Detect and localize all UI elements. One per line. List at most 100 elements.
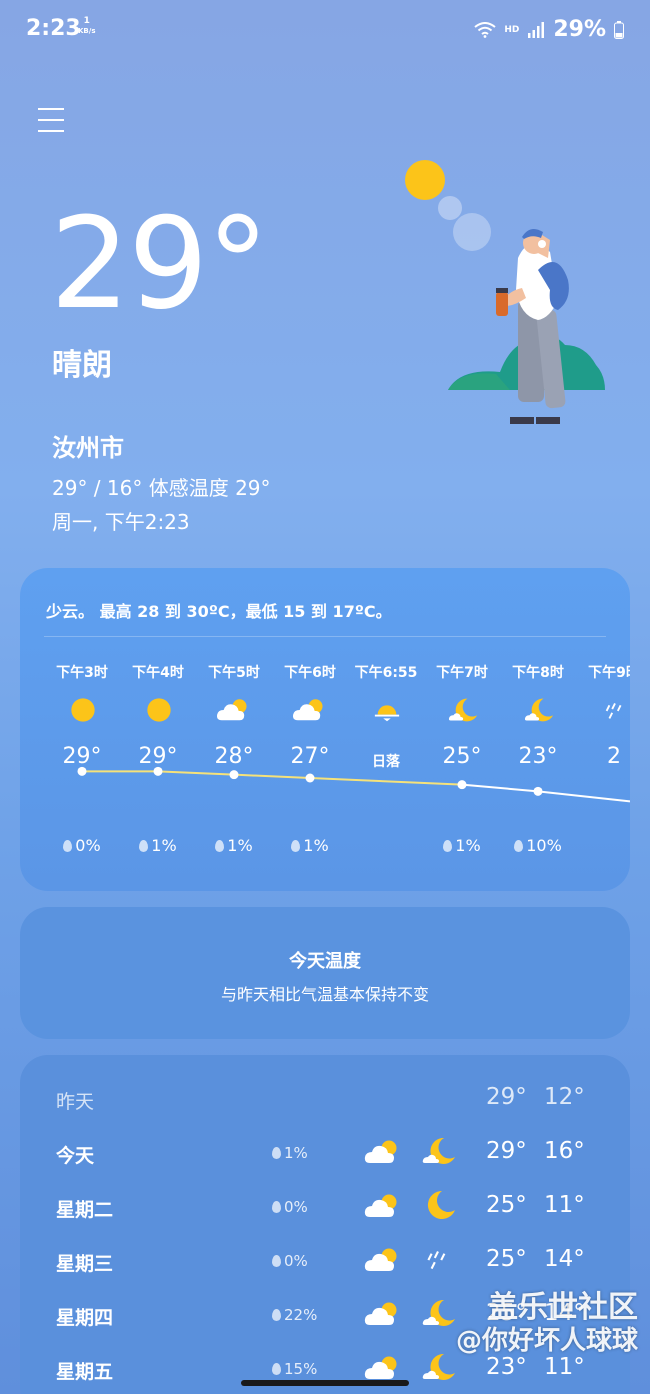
moon-cloud-icon bbox=[524, 696, 554, 726]
hourly-time: 下午3时 bbox=[56, 665, 108, 681]
hourly-time: 下午8时 bbox=[512, 665, 564, 681]
day-high-temp: 29° bbox=[486, 1138, 527, 1164]
hourly-item: 下午6时 27° 1% bbox=[272, 648, 348, 888]
network-speed: 1 KB/s bbox=[78, 16, 95, 36]
hourly-time: 下午4时 bbox=[132, 665, 184, 681]
drizzle-icon bbox=[422, 1243, 458, 1275]
hourly-precipitation: 0% bbox=[44, 836, 120, 855]
hd-badge: HD bbox=[504, 24, 520, 35]
hourly-forecast-card[interactable]: 少云。 最高 28 到 30ºC，最低 15 到 17ºC。 下午3时 29° 0%… bbox=[20, 568, 630, 891]
raindrop-icon bbox=[291, 840, 301, 852]
weather-illustration bbox=[405, 160, 605, 424]
watermark-line1: 盖乐世社区 bbox=[488, 1290, 638, 1325]
partly-cloudy-icon bbox=[216, 696, 247, 726]
day-low-temp: 11° bbox=[544, 1354, 585, 1380]
partly-cloudy-icon bbox=[364, 1245, 400, 1275]
hourly-temperature: 28° bbox=[214, 744, 254, 769]
day-precipitation: 15% bbox=[272, 1360, 317, 1378]
hourly-scroll-area[interactable]: 下午3时 29° 0% 下午4时 29° 1% 下午5时 28° 1% 下午6时 27° 1% 下午6:… bbox=[20, 648, 630, 888]
current-condition: 晴朗 bbox=[52, 348, 112, 383]
sun-icon bbox=[144, 696, 174, 726]
day-name: 星期三 bbox=[56, 1253, 114, 1275]
forecast-summary: 少云。 最高 28 到 30ºC，最低 15 到 17ºC。 bbox=[46, 602, 392, 621]
battery-percent: 29% bbox=[553, 17, 606, 42]
day-precipitation: 0% bbox=[272, 1252, 308, 1270]
partly-cloudy-icon bbox=[364, 1299, 400, 1329]
day-high-temp: 25° bbox=[486, 1192, 527, 1218]
daily-row[interactable]: 星期二 0% 25° 11° bbox=[20, 1179, 630, 1233]
day-low-temp: 11° bbox=[544, 1192, 585, 1218]
current-temperature: 29° bbox=[50, 190, 269, 337]
hourly-precip-value: 10% bbox=[526, 836, 562, 855]
day-precip-value: 22% bbox=[284, 1306, 318, 1324]
hourly-temperature: 25° bbox=[442, 744, 482, 769]
signal-icon bbox=[528, 21, 545, 38]
raindrop-icon bbox=[272, 1201, 281, 1213]
status-time: 2:23 bbox=[26, 16, 81, 41]
network-speed-unit: KB/s bbox=[78, 27, 96, 35]
hourly-item: 下午6:55 日落 bbox=[348, 648, 424, 888]
hourly-time: 下午5时 bbox=[208, 665, 260, 681]
hourly-item: 下午5时 28° 1% bbox=[196, 648, 272, 888]
hourly-precip-value: 0% bbox=[75, 836, 101, 855]
moon-cloud-icon bbox=[422, 1135, 458, 1167]
day-high-temp: 25° bbox=[486, 1246, 527, 1272]
current-datetime: 周一, 下午2:23 bbox=[52, 510, 190, 534]
hourly-temperature: 2 bbox=[607, 744, 621, 769]
day-precip-value: 0% bbox=[284, 1252, 308, 1270]
day-low-temp: 16° bbox=[544, 1138, 585, 1164]
day-high-temp: 29° bbox=[486, 1084, 527, 1110]
watermark: 盖乐世社区 @你好坏人球球 bbox=[424, 1290, 638, 1357]
divider bbox=[44, 636, 606, 637]
status-icons: HD 29% bbox=[474, 17, 624, 42]
moon-icon bbox=[422, 1189, 458, 1221]
raindrop-icon bbox=[215, 840, 225, 852]
raindrop-icon bbox=[443, 840, 453, 852]
hourly-precip-value: 1% bbox=[227, 836, 253, 855]
hourly-time: 下午6时 bbox=[284, 665, 336, 681]
hourly-precipitation: 1% bbox=[196, 836, 272, 855]
day-low-temp: 12° bbox=[544, 1084, 585, 1110]
today-temperature-card[interactable]: 今天温度 与昨天相比气温基本保持不变 bbox=[20, 907, 630, 1039]
menu-icon[interactable] bbox=[38, 108, 64, 134]
raindrop-icon bbox=[272, 1255, 281, 1267]
hourly-precipitation: 1% bbox=[424, 836, 500, 855]
daily-row[interactable]: 今天 1% 29° 16° bbox=[20, 1125, 630, 1179]
daily-row[interactable]: 星期三 0% 25° 14° bbox=[20, 1233, 630, 1287]
day-name: 星期五 bbox=[56, 1361, 114, 1383]
city-name: 汝州市 bbox=[52, 434, 124, 462]
status-bar: 2:23 1 KB/s HD 29% bbox=[0, 0, 650, 60]
hourly-precipitation: 1% bbox=[272, 836, 348, 855]
hourly-time: 下午9时 bbox=[588, 665, 630, 681]
hourly-precip-value: 1% bbox=[455, 836, 481, 855]
partly-cloudy-icon bbox=[364, 1191, 400, 1221]
hourly-time: 下午6:55 bbox=[354, 665, 418, 681]
day-name: 今天 bbox=[56, 1145, 95, 1167]
drizzle-icon bbox=[600, 696, 630, 726]
sunset-icon bbox=[372, 696, 402, 726]
hourly-temperature: 29° bbox=[138, 744, 178, 769]
today-temp-comparison: 与昨天相比气温基本保持不变 bbox=[220, 985, 429, 1004]
network-speed-value: 1 bbox=[83, 16, 90, 26]
raindrop-icon bbox=[272, 1363, 281, 1375]
home-indicator[interactable] bbox=[241, 1380, 409, 1386]
day-precip-value: 0% bbox=[284, 1198, 308, 1216]
battery-icon bbox=[614, 20, 624, 39]
hourly-precip-value: 1% bbox=[303, 836, 329, 855]
day-name: 星期二 bbox=[56, 1199, 114, 1221]
raindrop-icon bbox=[272, 1147, 281, 1159]
hourly-item: 下午8时 23° 10% bbox=[500, 648, 576, 888]
hourly-item: 下午7时 25° 1% bbox=[424, 648, 500, 888]
hourly-temperature: 29° bbox=[62, 744, 102, 769]
day-precip-value: 15% bbox=[284, 1360, 318, 1378]
day-low-temp: 14° bbox=[544, 1246, 585, 1272]
daily-row[interactable]: 昨天 29° 12° bbox=[20, 1071, 630, 1125]
raindrop-icon bbox=[272, 1309, 281, 1321]
day-high-temp: 23° bbox=[486, 1354, 527, 1380]
day-precipitation: 22% bbox=[272, 1306, 317, 1324]
moon-cloud-icon bbox=[448, 696, 478, 726]
hourly-temperature: 日落 bbox=[372, 754, 400, 770]
day-precipitation: 0% bbox=[272, 1198, 308, 1216]
raindrop-icon bbox=[63, 840, 73, 852]
hourly-time: 下午7时 bbox=[436, 665, 488, 681]
